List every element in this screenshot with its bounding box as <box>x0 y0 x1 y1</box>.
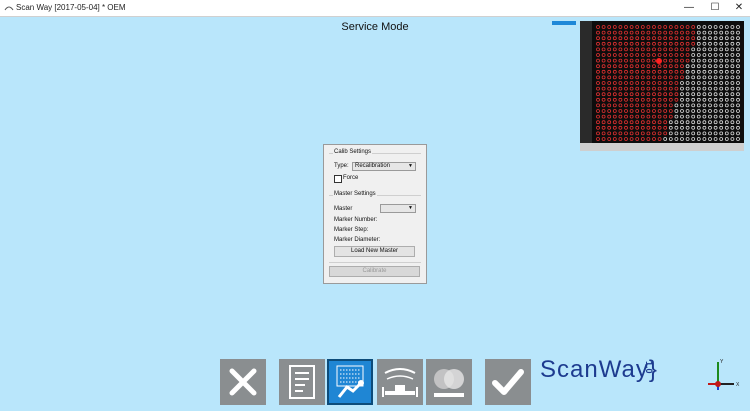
load-new-master-button[interactable]: Load New Master <box>334 246 415 257</box>
marker-step-label: Marker Step: <box>334 227 369 233</box>
minimize-button[interactable]: — <box>676 0 702 16</box>
logo-version: 1.0 <box>644 361 654 374</box>
force-label: Force <box>343 175 359 181</box>
marker-grid <box>596 25 740 141</box>
marker-number-label: Marker Number: <box>334 217 378 223</box>
report-icon <box>289 365 315 399</box>
confirm-button[interactable] <box>485 359 531 405</box>
scan-button[interactable] <box>377 359 423 405</box>
master-settings-label: Master Settings <box>333 191 377 197</box>
fusion-icon <box>434 369 464 397</box>
type-select[interactable]: Recalibration ▼ <box>352 162 416 171</box>
scanway-logo: ScanWay} 1.0 <box>540 355 670 395</box>
close-icon <box>229 368 257 396</box>
cancel-button[interactable] <box>220 359 266 405</box>
axes-gizmo-icon: Y X <box>708 359 740 390</box>
preview-indicator <box>552 21 576 25</box>
title-bar: Scan Way [2017-05-04] * OEM — ☐ ✕ <box>0 0 750 17</box>
calibrate-button[interactable]: Calibrate <box>329 266 420 277</box>
report-button[interactable] <box>279 359 325 405</box>
preview-table-edge <box>580 143 744 151</box>
fusion-button[interactable] <box>426 359 472 405</box>
maximize-button[interactable]: ☐ <box>702 0 728 16</box>
chevron-down-icon: ▼ <box>408 205 413 211</box>
calibration-icon <box>336 365 364 398</box>
axis-y-label: Y <box>720 359 724 365</box>
logo-text: ScanWay} <box>540 356 658 383</box>
master-label: Master <box>334 206 353 212</box>
chevron-down-icon: ▼ <box>408 163 413 169</box>
axis-x-label: X <box>736 382 740 388</box>
checkmark-icon <box>492 369 524 395</box>
type-label: Type: <box>334 163 349 169</box>
scan-icon <box>382 368 418 397</box>
panel-divider <box>329 262 421 263</box>
window-title: Scan Way [2017-05-04] * OEM <box>16 3 126 12</box>
close-window-button[interactable]: ✕ <box>726 0 750 16</box>
calib-settings-label: Calib Settings <box>333 149 373 155</box>
calibration-button[interactable] <box>327 359 373 405</box>
marker-diameter-label: Marker Diameter: <box>334 237 381 243</box>
master-select[interactable]: ▼ <box>380 204 416 213</box>
camera-preview <box>580 21 744 151</box>
type-select-value: Recalibration <box>355 163 391 169</box>
calibration-settings-panel: Calib Settings Type: Recalibration ▼ For… <box>323 144 427 284</box>
force-checkbox[interactable] <box>334 175 342 183</box>
app-icon <box>4 6 14 11</box>
